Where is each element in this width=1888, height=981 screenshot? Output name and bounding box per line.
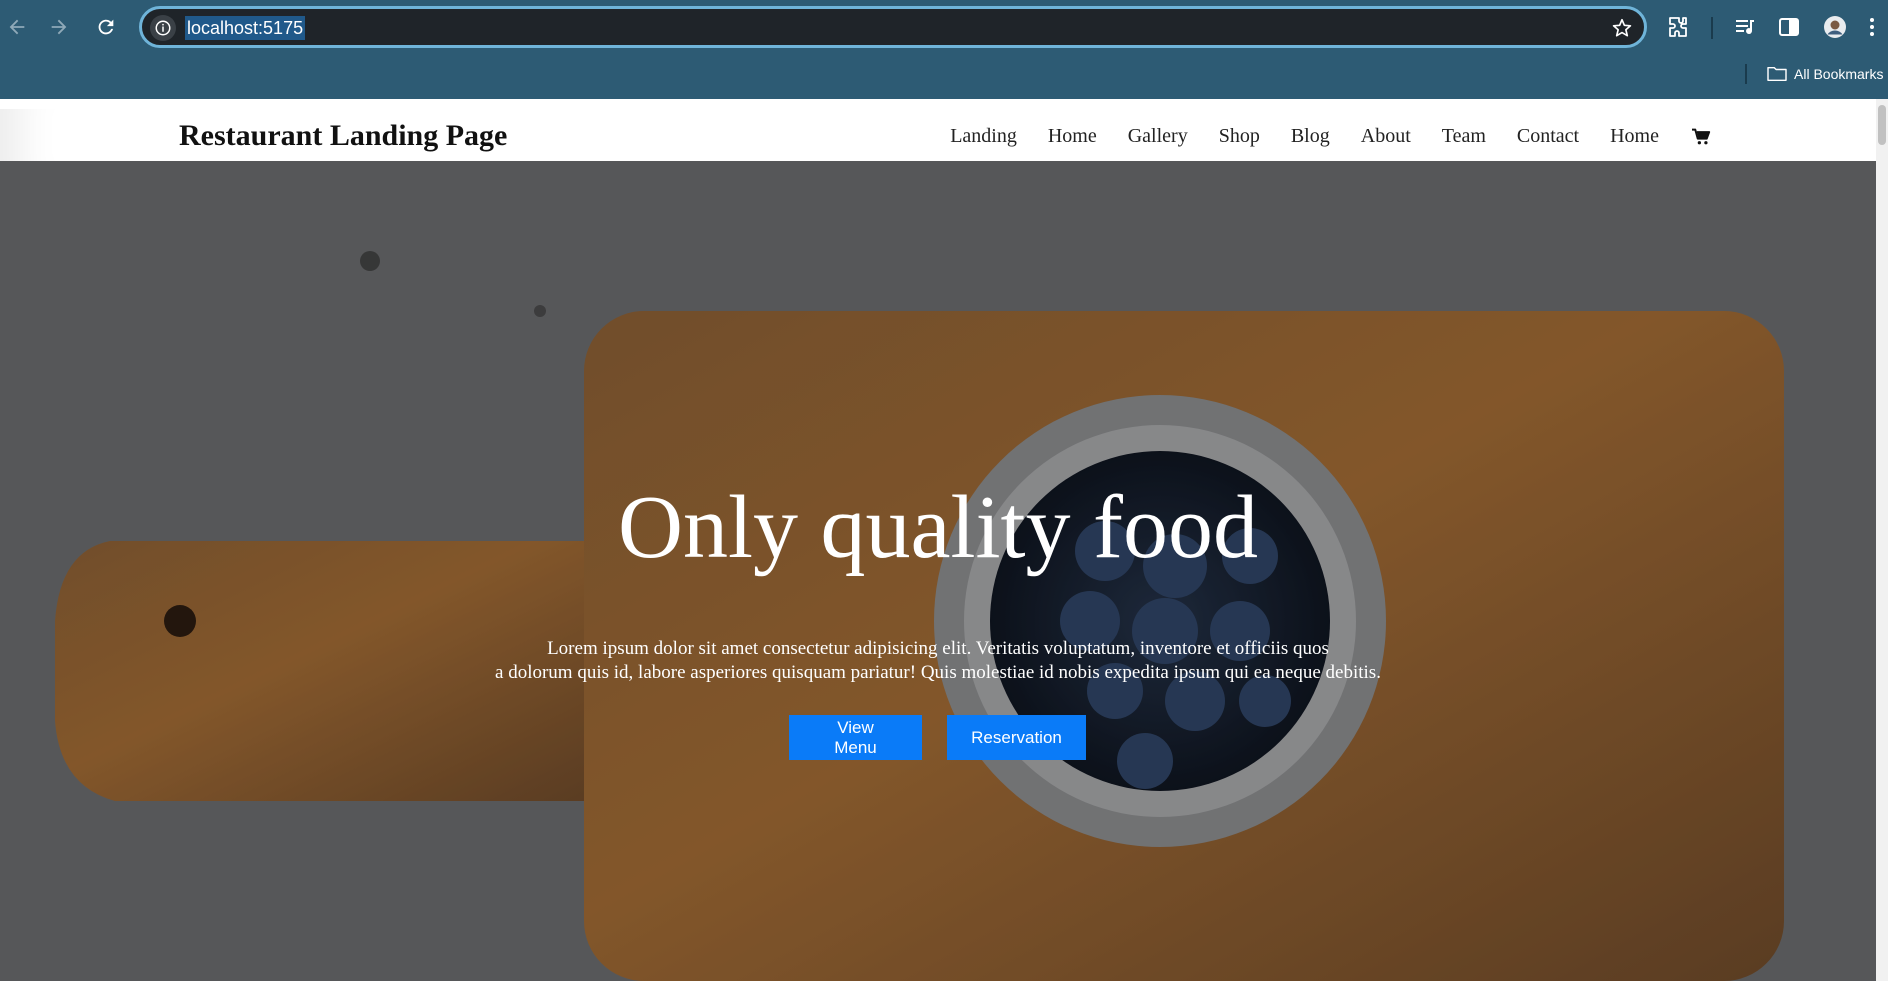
nav-link-team[interactable]: Team: [1442, 125, 1486, 148]
hero-title: Only quality food: [618, 478, 1258, 577]
reload-icon[interactable]: [89, 10, 123, 44]
hero-description: Lorem ipsum dolor sit amet consectetur a…: [338, 637, 1538, 685]
url-text[interactable]: localhost:5175: [185, 16, 306, 40]
nav-link-shop[interactable]: Shop: [1219, 125, 1260, 148]
hero-description-line-1: Lorem ipsum dolor sit amet consectetur a…: [547, 638, 1329, 659]
nav-link-landing[interactable]: Landing: [950, 125, 1017, 148]
view-menu-button[interactable]: View Menu: [789, 715, 922, 760]
bookmarks-all-button[interactable]: All Bookmarks: [1766, 62, 1883, 86]
nav-links: Landing Home Gallery Shop Blog About Tea…: [919, 125, 1712, 148]
star-icon[interactable]: [1608, 14, 1636, 42]
site-info-icon[interactable]: [150, 15, 176, 41]
site-navbar: Restaurant Landing Page Landing Home Gal…: [0, 109, 1876, 161]
nav-link-about[interactable]: About: [1361, 125, 1411, 148]
browser-toolbar: localhost:5175 All Bookmarks: [0, 0, 1888, 99]
scrollbar-thumb[interactable]: [1878, 105, 1886, 145]
toolbar-divider: [1711, 17, 1713, 39]
back-arrow-icon[interactable]: [0, 10, 34, 44]
nav-link-gallery[interactable]: Gallery: [1128, 125, 1188, 148]
nav-link-home[interactable]: Home: [1048, 125, 1097, 148]
hero-buttons: View Menu Reservation: [789, 715, 1086, 760]
bookmarks-label: All Bookmarks: [1794, 66, 1884, 82]
more-menu-icon[interactable]: [1860, 10, 1884, 44]
side-panel-icon[interactable]: [1772, 10, 1806, 44]
nav-link-home-2[interactable]: Home: [1610, 125, 1659, 148]
folder-icon: [1767, 66, 1787, 82]
page-scrollbar[interactable]: [1876, 99, 1888, 981]
page-viewport: Restaurant Landing Page Landing Home Gal…: [0, 99, 1888, 981]
bookmarks-divider: [1745, 64, 1747, 84]
nav-link-blog[interactable]: Blog: [1291, 125, 1330, 148]
reservation-button[interactable]: Reservation: [947, 715, 1086, 760]
media-control-icon[interactable]: [1728, 10, 1762, 44]
shopping-cart-icon[interactable]: [1690, 127, 1712, 147]
hero-description-line-2: a dolorum quis id, labore asperiores qui…: [495, 662, 1381, 683]
forward-arrow-icon[interactable]: [42, 10, 76, 44]
address-bar[interactable]: localhost:5175: [139, 6, 1647, 48]
extensions-icon[interactable]: [1661, 10, 1695, 44]
hero-section: Only quality food Lorem ipsum dolor sit …: [0, 161, 1876, 981]
profile-avatar-icon[interactable]: [1818, 10, 1852, 44]
site-brand[interactable]: Restaurant Landing Page: [179, 119, 507, 153]
nav-link-contact[interactable]: Contact: [1517, 125, 1579, 148]
